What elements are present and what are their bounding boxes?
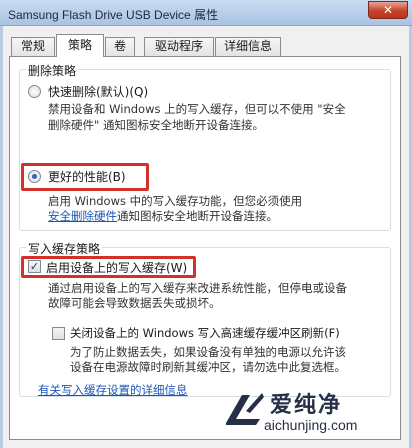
close-icon: ✕ (382, 3, 394, 17)
better-performance-desc-2-rest: 通知图标安全地断开设备连接。 (117, 209, 278, 223)
watermark-url: aichunjing.com (264, 417, 358, 433)
close-button[interactable]: ✕ (368, 1, 408, 19)
better-performance-label[interactable]: 更好的性能(B) (48, 168, 126, 185)
watermark: 爱纯净 aichunjing.com (218, 387, 398, 435)
tab-policies[interactable]: 策略 (56, 34, 104, 57)
quick-removal-desc-1: 禁用设备和 Windows 上的写入缓存，但可以不使用 "安全 (48, 102, 346, 116)
quick-removal-radio[interactable] (28, 85, 41, 98)
write-cache-info-link[interactable]: 有关写入缓存设置的详细信息 (38, 383, 188, 398)
disable-flush-desc-2: 设备在电源故障时刷新其缓冲区，请勿选中此复选框。 (70, 360, 346, 374)
removal-policy-title: 删除策略 (26, 62, 79, 79)
better-performance-desc-1: 启用 Windows 中的写入缓存功能，但您必须使用 (48, 194, 303, 208)
enable-write-cache-desc-2: 故障可能会导致数据丢失或损坏。 (48, 296, 221, 310)
tab-general[interactable]: 常规 (11, 37, 55, 56)
better-performance-radio[interactable] (28, 170, 41, 183)
enable-write-cache-desc-1: 通过启用设备上的写入缓存来改进系统性能，但停电或设备 (48, 281, 347, 295)
enable-write-cache-label[interactable]: 启用设备上的写入缓存(W) (46, 259, 187, 276)
tab-driver[interactable]: 驱动程序 (144, 37, 214, 56)
tab-strip: 常规 策略 卷 驱动程序 详细信息 (9, 34, 404, 57)
watermark-logo-icon (226, 393, 264, 425)
safely-remove-hardware-link[interactable]: 安全删除硬件 (48, 209, 117, 223)
title-bar: Samsung Flash Drive USB Device 属性 ✕ (0, 0, 412, 26)
quick-removal-desc-2: 删除硬件" 通知图标安全地断开设备连接。 (48, 118, 264, 132)
write-cache-policy-title: 写入缓存策略 (26, 240, 103, 257)
watermark-brand: 爱纯净 (270, 393, 343, 418)
tab-volumes[interactable]: 卷 (105, 37, 135, 56)
tab-details[interactable]: 详细信息 (215, 37, 281, 56)
policies-panel: 删除策略 快速删除(默认)(Q) 禁用设备和 Windows 上的写入缓存，但可… (9, 56, 401, 440)
disable-flush-checkbox[interactable] (52, 327, 65, 340)
disable-flush-label[interactable]: 关闭设备上的 Windows 写入高速缓存缓冲区刷新(F) (70, 325, 340, 341)
disable-flush-desc-1: 为了防止数据丢失，如果设备没有单独的电源以允许该 (70, 345, 346, 359)
window-title: Samsung Flash Drive USB Device 属性 (8, 8, 219, 22)
quick-removal-label[interactable]: 快速删除(默认)(Q) (48, 83, 148, 100)
better-performance-desc-2: 安全删除硬件通知图标安全地断开设备连接。 (48, 209, 278, 224)
enable-write-cache-checkbox[interactable]: ✓ (28, 260, 41, 273)
dialog-body: 常规 策略 卷 驱动程序 详细信息 删除策略 快速删除(默认)(Q) 禁用设备和… (3, 26, 409, 448)
